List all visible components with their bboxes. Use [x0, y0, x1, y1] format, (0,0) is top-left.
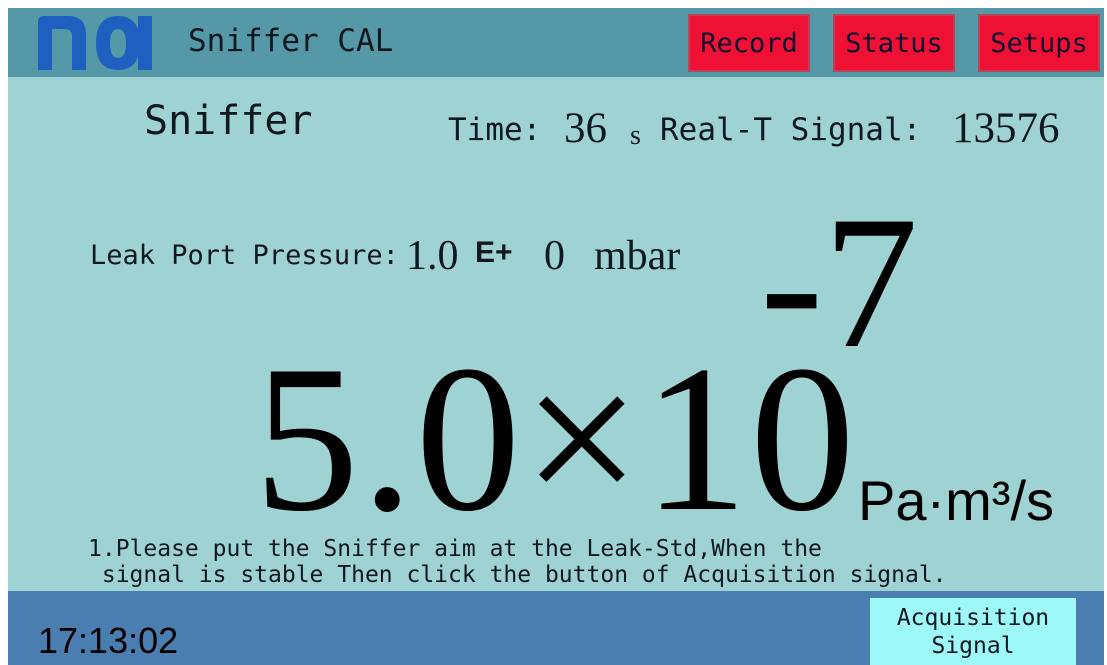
- screen: Sniffer CAL Record Status Setups Sniffer…: [8, 8, 1104, 665]
- status-button[interactable]: Status: [833, 14, 955, 72]
- record-button[interactable]: Record: [688, 14, 810, 72]
- instruction-line-2: signal is stable Then click the button o…: [88, 562, 947, 588]
- header-bar: Sniffer CAL Record Status Setups: [8, 8, 1104, 77]
- time-label: Time:: [448, 112, 542, 148]
- pressure-exponent: 0: [544, 233, 565, 279]
- pressure-label: Leak Port Pressure:: [90, 240, 399, 271]
- setups-button[interactable]: Setups: [978, 14, 1100, 72]
- clock: 17:13:02: [38, 620, 179, 661]
- pressure-unit: mbar: [594, 233, 681, 279]
- pressure-mantissa: 1.0: [406, 233, 459, 279]
- instruction-text: 1.Please put the Sniffer aim at the Leak…: [88, 536, 968, 588]
- instruction-line-1: 1.Please put the Sniffer aim at the Leak…: [88, 536, 822, 562]
- leak-rate-unit: Pa·m³/s: [858, 469, 1054, 532]
- signal-label: Real-T Signal:: [660, 112, 922, 148]
- acquisition-label-line-2: Signal: [931, 633, 1015, 659]
- acquisition-signal-button[interactable]: Acquisition Signal: [870, 598, 1076, 665]
- mode-label: Sniffer: [144, 98, 313, 144]
- pressure-e-sign: E+: [475, 236, 513, 269]
- app-title: Sniffer CAL: [188, 23, 394, 59]
- time-value: 36: [564, 105, 607, 152]
- leak-rate-value: 5.0×10: [254, 323, 857, 555]
- signal-value: 13576: [952, 105, 1060, 152]
- acquisition-label-line-1: Acquisition: [896, 605, 1050, 631]
- time-unit: s: [630, 120, 641, 151]
- company-logo: [38, 16, 152, 70]
